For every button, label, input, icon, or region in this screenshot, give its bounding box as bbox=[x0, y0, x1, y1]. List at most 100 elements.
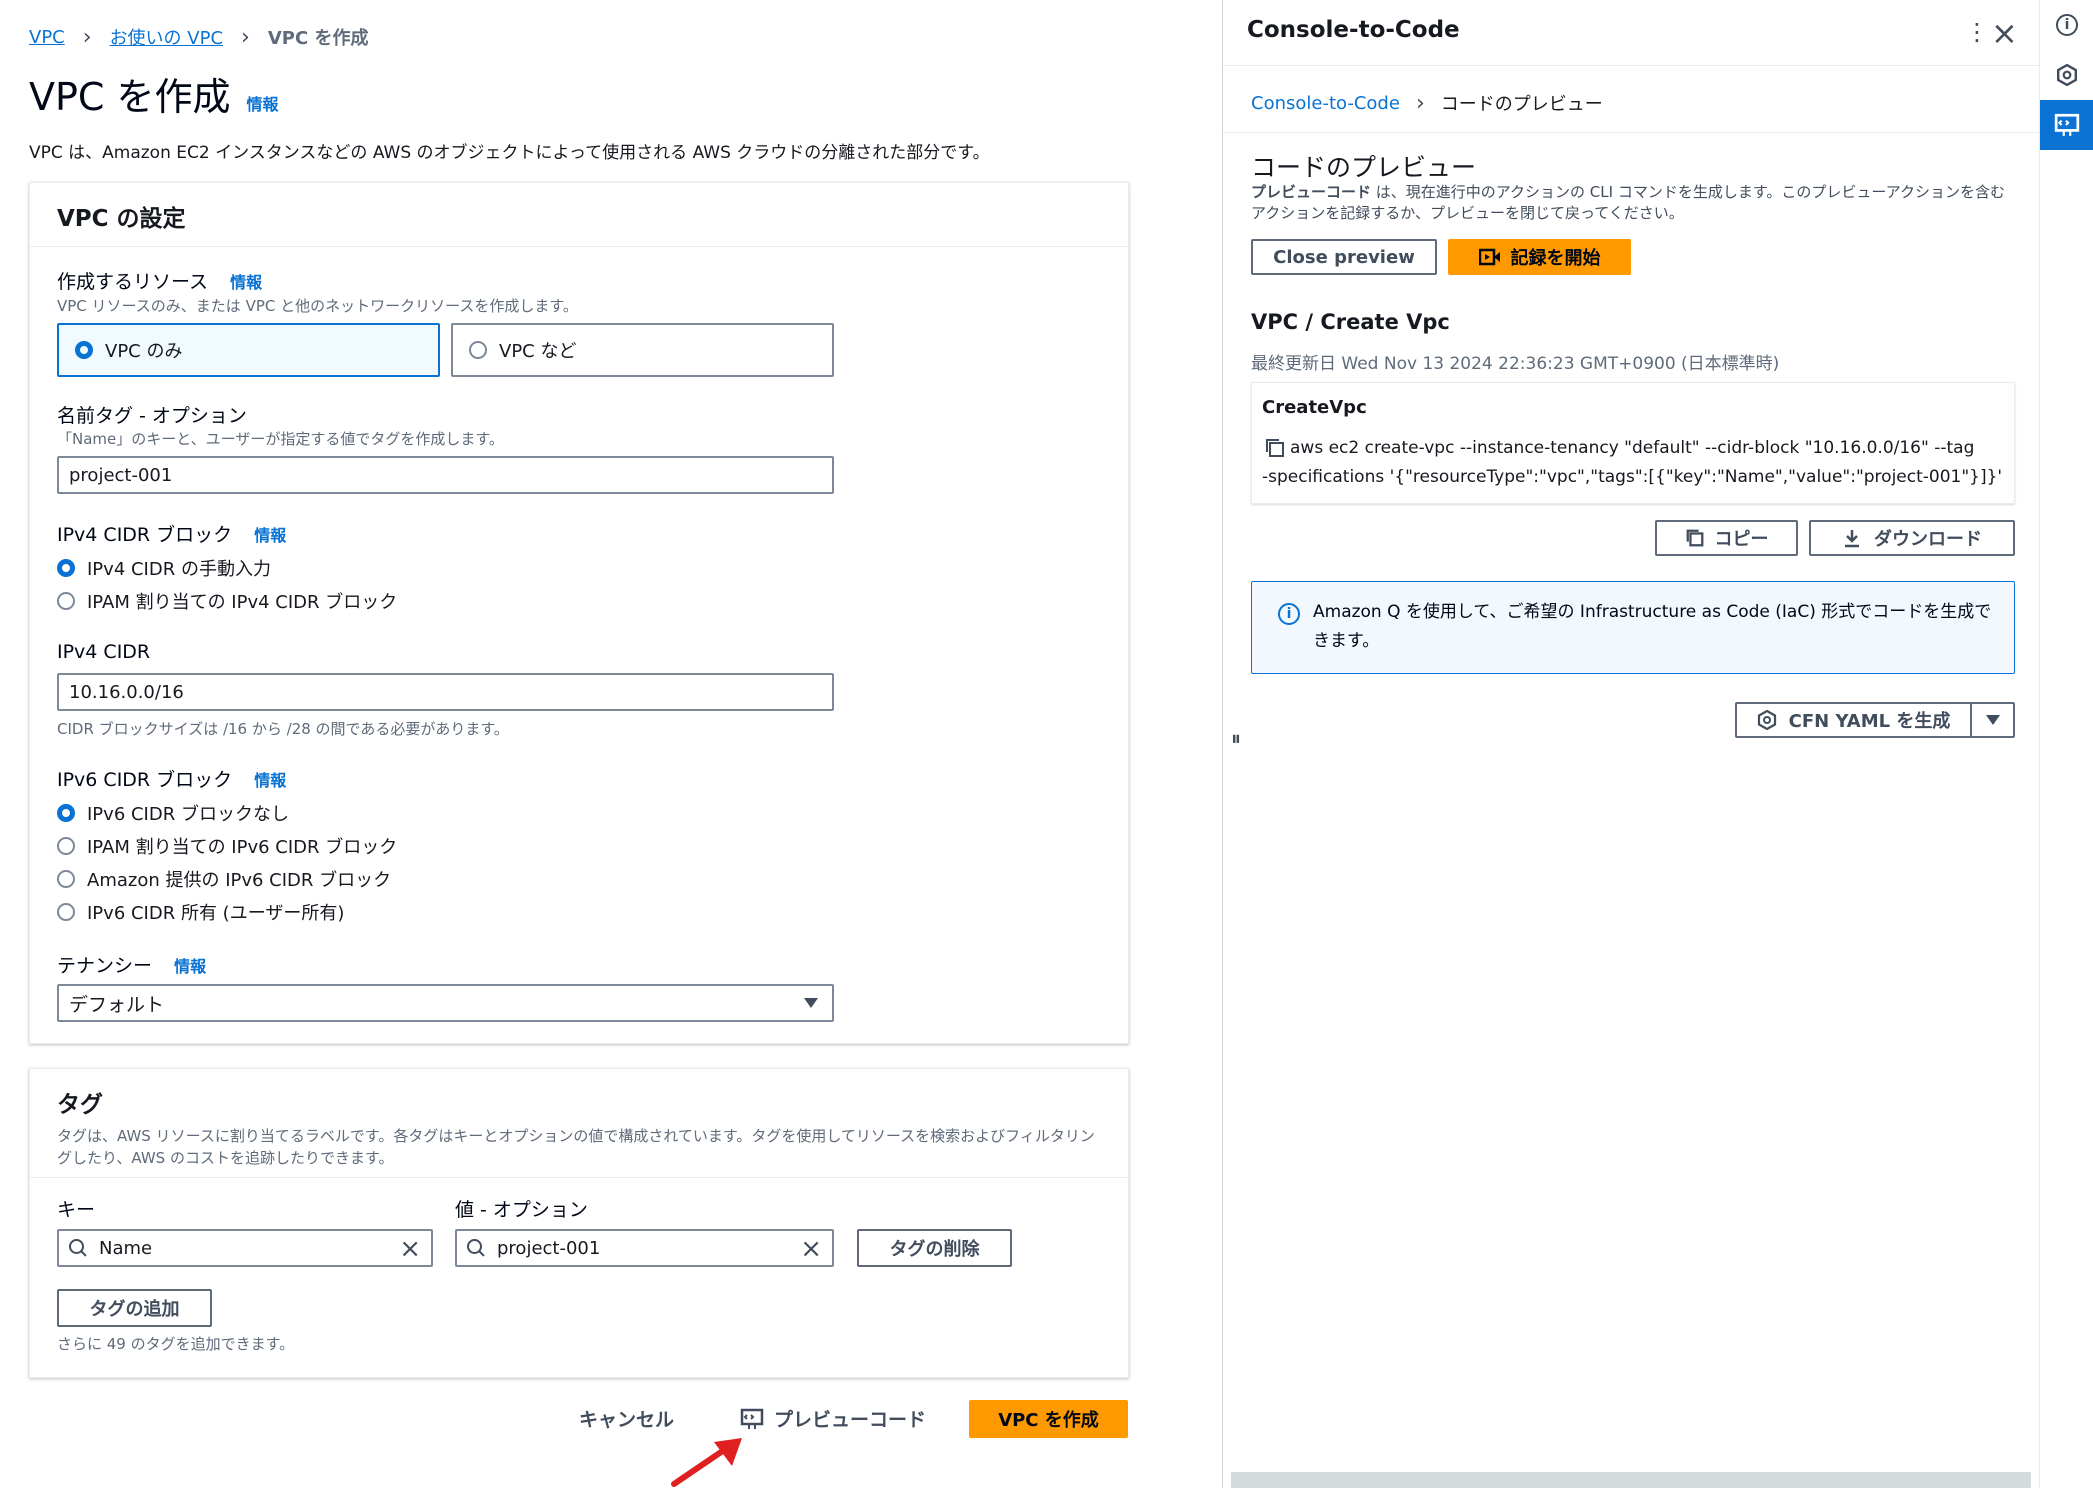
info-panel-toggle[interactable]: i bbox=[2040, 0, 2093, 50]
ipv4-cidr-label: IPv4 CIDR bbox=[57, 641, 151, 663]
code-line-1-row: aws ec2 create-vpc --instance-tenancy "d… bbox=[1264, 437, 1974, 459]
video-record-icon bbox=[1478, 248, 1500, 266]
resource-option-vpc-and-more[interactable]: VPC など bbox=[451, 323, 834, 377]
ipv4-option-ipam[interactable]: IPAM 割り当ての IPv4 CIDR ブロック bbox=[57, 588, 397, 614]
preview-code-label: プレビューコード bbox=[774, 1409, 927, 1431]
drawer-divider bbox=[1223, 132, 2040, 133]
tags-header: タグ タグは、AWS リソースに割り当てるラベルです。各タグはキーとオプションの… bbox=[30, 1069, 1128, 1178]
download-label: ダウンロード bbox=[1874, 529, 1982, 550]
ipv4-option-label: IPv4 CIDR の手動入力 bbox=[87, 559, 271, 580]
clear-icon[interactable]: × bbox=[800, 1236, 822, 1262]
page-title: VPC を作成 bbox=[29, 75, 231, 119]
tenancy-value: デフォルト bbox=[69, 993, 165, 1016]
breadcrumb-current: VPC を作成 bbox=[267, 28, 369, 49]
create-vpc-button[interactable]: VPC を作成 bbox=[969, 1400, 1128, 1438]
ipv6-option-label: IPv6 CIDR 所有 (ユーザー所有) bbox=[87, 903, 345, 924]
code-block: CreateVpc aws ec2 create-vpc --instance-… bbox=[1251, 382, 2015, 504]
tenancy-label: テナンシー bbox=[57, 955, 153, 977]
vpc-settings-panel: VPC の設定 作成するリソース 情報 VPC リソースのみ、または VPC と… bbox=[29, 182, 1129, 1044]
breadcrumb: VPC › お使いの VPC › VPC を作成 bbox=[29, 24, 368, 50]
copy-icon bbox=[1686, 529, 1703, 547]
preview-code-button[interactable]: プレビューコード bbox=[740, 1405, 926, 1432]
info-circle-icon: i bbox=[2056, 14, 2078, 36]
tag-value-input[interactable]: project-001 × bbox=[455, 1229, 834, 1267]
cancel-button[interactable]: キャンセル bbox=[579, 1405, 674, 1432]
amazon-q-info-text: Amazon Q を使用して、ご希望の Infrastructure as Co… bbox=[1313, 602, 1992, 651]
add-tag-button[interactable]: タグの追加 bbox=[57, 1289, 212, 1327]
ipv6-option-label: IPAM 割り当ての IPv6 CIDR ブロック bbox=[87, 837, 398, 858]
radio-selected-icon bbox=[57, 559, 75, 577]
code-preview-desc: プレビューコード は、現在進行中のアクションの CLI コマンドを生成します。こ… bbox=[1251, 182, 2017, 224]
radio-unselected-icon bbox=[57, 903, 75, 921]
ipv6-option-byoip[interactable]: IPv6 CIDR 所有 (ユーザー所有) bbox=[57, 899, 344, 925]
resources-info-link[interactable]: 情報 bbox=[230, 273, 262, 292]
generate-cfn-yaml-button[interactable]: CFN YAML を生成 bbox=[1735, 702, 1972, 738]
copy-button[interactable]: コピー bbox=[1655, 520, 1798, 556]
ipv4-cidr-value: 10.16.0.0/16 bbox=[69, 681, 184, 703]
annotation-arrow-icon bbox=[671, 1438, 742, 1487]
remove-tag-button[interactable]: タグの削除 bbox=[857, 1229, 1012, 1267]
resource-option-label: VPC のみ bbox=[105, 341, 183, 362]
search-icon bbox=[69, 1239, 87, 1257]
tenancy-label-group: テナンシー 情報 bbox=[57, 951, 206, 978]
radio-selected-icon bbox=[57, 804, 75, 822]
chevron-right-icon: › bbox=[1415, 90, 1425, 116]
drawer-crumb-current: コードのプレビュー bbox=[1440, 94, 1603, 115]
copy-label: コピー bbox=[1714, 529, 1769, 550]
name-tag-input[interactable]: project-001 bbox=[57, 456, 834, 494]
close-preview-button[interactable]: Close preview bbox=[1251, 239, 1437, 275]
ipv4-cidr-input[interactable]: 10.16.0.0/16 bbox=[57, 673, 834, 711]
code-line-2: -specifications '{"resourceType":"vpc","… bbox=[1262, 467, 2003, 487]
hexagon-icon bbox=[1757, 710, 1776, 730]
ipv6-block-info-link[interactable]: 情報 bbox=[254, 771, 286, 790]
cloudformation-toggle[interactable] bbox=[2040, 50, 2093, 100]
tag-key-input[interactable]: Name × bbox=[57, 1229, 433, 1267]
copy-icon[interactable] bbox=[1264, 437, 1286, 459]
ipv4-block-info-link[interactable]: 情報 bbox=[254, 526, 286, 545]
tenancy-info-link[interactable]: 情報 bbox=[174, 957, 206, 976]
breadcrumb-vpc[interactable]: VPC bbox=[29, 27, 65, 48]
drawer-crumb-link[interactable]: Console-to-Code bbox=[1251, 93, 1400, 114]
tag-value-value: project-001 bbox=[497, 1237, 601, 1259]
code-preview-title: コードのプレビュー bbox=[1251, 153, 1477, 182]
breadcrumb-your-vpcs[interactable]: お使いの VPC bbox=[110, 24, 223, 50]
console-to-code-toggle[interactable] bbox=[2040, 100, 2093, 150]
hexagon-icon bbox=[2056, 64, 2078, 86]
page-header: VPC を作成 情報 bbox=[29, 66, 279, 121]
chevron-right-icon: › bbox=[82, 24, 92, 50]
ipv4-option-manual[interactable]: IPv4 CIDR の手動入力 bbox=[57, 555, 271, 581]
more-options-icon[interactable]: ⋮ bbox=[1965, 18, 1989, 46]
download-icon bbox=[1845, 530, 1859, 548]
console-to-code-drawer: Console-to-Code ⋮ × Console-to-Code › コー… bbox=[1222, 0, 2040, 1488]
horizontal-scrollbar[interactable] bbox=[1231, 1472, 2031, 1488]
resize-handle-icon[interactable]: ⏸ bbox=[1231, 726, 1241, 750]
resource-option-vpc-only[interactable]: VPC のみ bbox=[57, 323, 440, 377]
tag-value-label: 値 - オプション bbox=[455, 1199, 588, 1221]
code-preview-icon bbox=[740, 1408, 764, 1429]
generate-options-dropdown[interactable] bbox=[1970, 702, 2015, 738]
clear-icon[interactable]: × bbox=[399, 1236, 421, 1262]
ipv4-block-label-group: IPv4 CIDR ブロック 情報 bbox=[57, 520, 286, 547]
radio-unselected-icon bbox=[57, 870, 75, 888]
tags-title: タグ bbox=[57, 1092, 103, 1118]
close-icon[interactable]: × bbox=[1991, 14, 2018, 52]
caret-down-icon bbox=[1985, 715, 2000, 725]
info-circle-icon: i bbox=[1278, 603, 1300, 625]
ipv6-block-label-group: IPv6 CIDR ブロック 情報 bbox=[57, 765, 286, 792]
ipv6-option-label: Amazon 提供の IPv6 CIDR ブロック bbox=[87, 870, 392, 891]
code-preview-desc-bold: プレビューコード bbox=[1251, 183, 1372, 201]
ipv6-option-amazon[interactable]: Amazon 提供の IPv6 CIDR ブロック bbox=[57, 866, 391, 892]
code-block-title: CreateVpc bbox=[1262, 397, 1367, 418]
start-recording-button[interactable]: 記録を開始 bbox=[1448, 239, 1631, 275]
tag-key-label: キー bbox=[57, 1199, 96, 1221]
download-button[interactable]: ダウンロード bbox=[1809, 520, 2015, 556]
vpc-settings-header: VPC の設定 bbox=[30, 183, 1128, 247]
page-description: VPC は、Amazon EC2 インスタンスなどの AWS のオブジェクトによ… bbox=[29, 143, 990, 163]
chevron-right-icon: › bbox=[241, 24, 250, 50]
ipv6-option-ipam[interactable]: IPAM 割り当ての IPv6 CIDR ブロック bbox=[57, 833, 397, 859]
tenancy-select[interactable]: デフォルト bbox=[57, 984, 834, 1022]
page-info-link[interactable]: 情報 bbox=[247, 91, 279, 115]
caret-down-icon bbox=[804, 998, 818, 1008]
ipv6-option-none[interactable]: IPv6 CIDR ブロックなし bbox=[57, 800, 289, 826]
radio-unselected-icon bbox=[57, 592, 75, 610]
